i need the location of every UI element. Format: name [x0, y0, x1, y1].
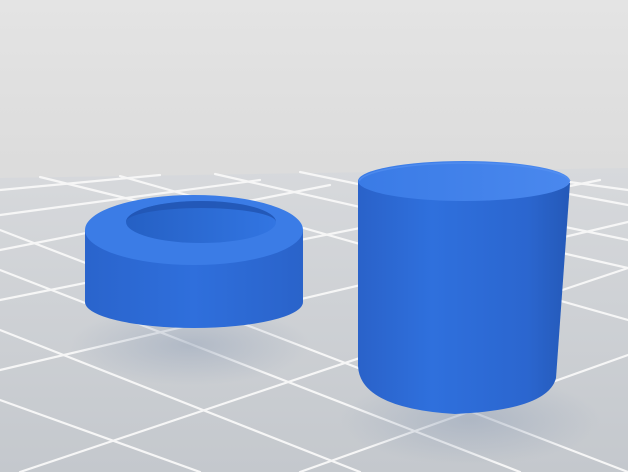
cylinder-top-face: [358, 161, 570, 201]
cylinder-wall: [358, 180, 570, 414]
ring-spacer-object: [85, 195, 303, 328]
solid-cylinder-object: [358, 161, 571, 414]
render-scene: [0, 0, 628, 472]
